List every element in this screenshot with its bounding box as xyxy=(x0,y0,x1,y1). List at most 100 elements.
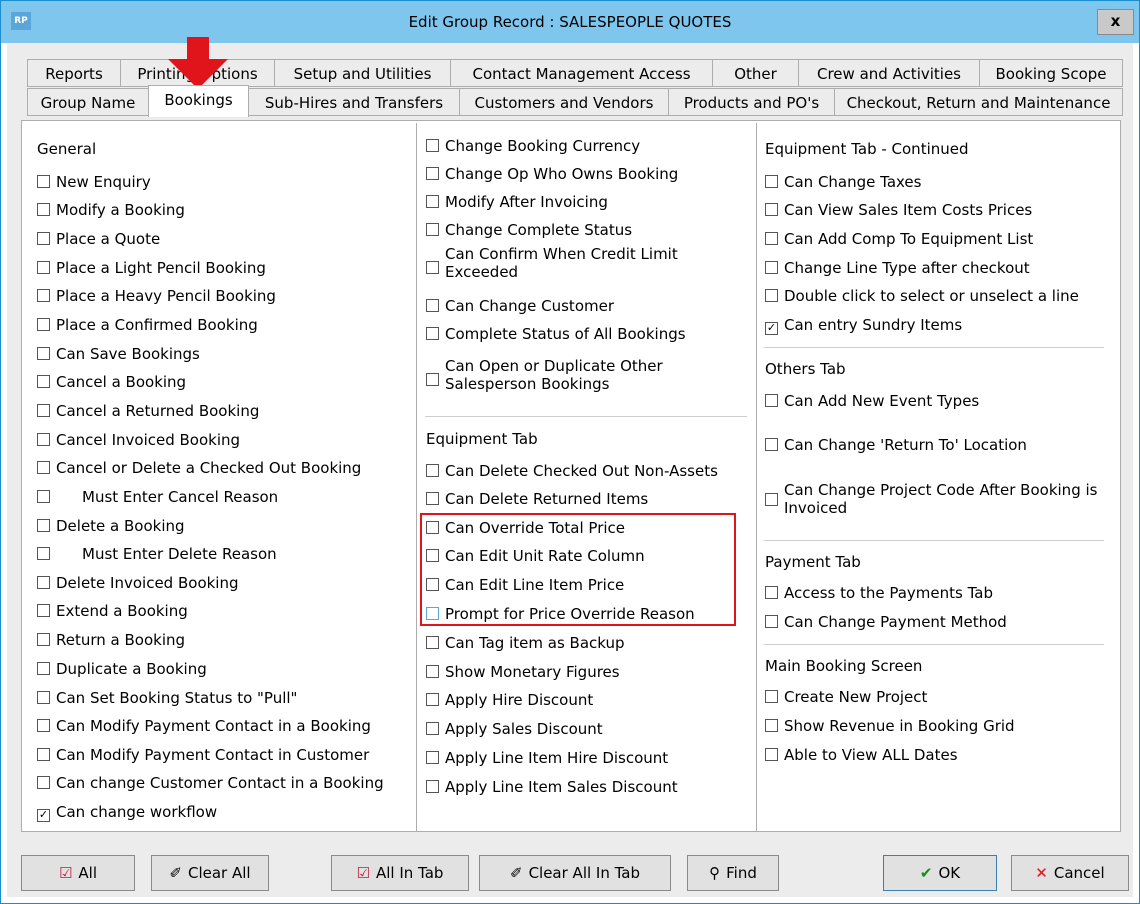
tab-booking-scope[interactable]: Booking Scope xyxy=(979,59,1123,87)
tab-setup-and-utilities[interactable]: Setup and Utilities xyxy=(274,59,451,87)
cancel-button[interactable]: ✕ Cancel xyxy=(1011,855,1129,891)
checkbox-item[interactable]: ✓ Can entry Sundry Items xyxy=(765,316,962,335)
checkbox[interactable] xyxy=(765,394,778,407)
checkbox[interactable] xyxy=(765,232,778,245)
checkbox[interactable] xyxy=(765,289,778,302)
checkbox-item[interactable]: Apply Line Item Hire Discount xyxy=(426,749,668,767)
checkbox[interactable] xyxy=(426,139,439,152)
checkbox[interactable] xyxy=(426,464,439,477)
close-button[interactable]: x xyxy=(1097,9,1134,35)
tab-crew-and-activities[interactable]: Crew and Activities xyxy=(798,59,980,87)
checkbox-item[interactable]: Modify After Invoicing xyxy=(426,193,608,211)
checkbox[interactable] xyxy=(37,318,50,331)
checkbox-item[interactable]: Delete a Booking xyxy=(37,517,185,535)
checkbox[interactable] xyxy=(37,748,50,761)
checkbox-item[interactable]: Can Add Comp To Equipment List xyxy=(765,230,1033,248)
tab-other[interactable]: Other xyxy=(712,59,799,87)
checkbox[interactable] xyxy=(37,289,50,302)
checkbox-item[interactable]: Must Enter Cancel Reason xyxy=(37,488,278,506)
checkbox-item[interactable]: Place a Quote xyxy=(37,230,160,248)
checkbox-item[interactable]: Show Monetary Figures xyxy=(426,663,620,681)
checkbox-item[interactable]: Change Line Type after checkout xyxy=(765,259,1030,277)
checkbox[interactable] xyxy=(426,167,439,180)
checkbox-item[interactable]: Create New Project xyxy=(765,688,927,706)
checkbox[interactable] xyxy=(765,175,778,188)
checkbox[interactable] xyxy=(765,748,778,761)
clear-all-button[interactable]: ✐ Clear All xyxy=(151,855,269,891)
checkbox-item[interactable]: Cancel a Returned Booking xyxy=(37,402,259,420)
checkbox[interactable] xyxy=(765,615,778,628)
ok-button[interactable]: ✔ OK xyxy=(883,855,997,891)
checkbox[interactable] xyxy=(37,519,50,532)
checkbox[interactable]: ✓ xyxy=(37,809,50,822)
checkbox-item[interactable]: Can Change Customer xyxy=(426,297,614,315)
checkbox-item[interactable]: Can Modify Payment Contact in Customer xyxy=(37,746,369,764)
checkbox-item[interactable]: Place a Heavy Pencil Booking xyxy=(37,287,276,305)
checkbox-item[interactable]: Can Set Booking Status to "Pull" xyxy=(37,689,297,707)
checkbox-item[interactable]: Can Change Taxes xyxy=(765,173,921,191)
checkbox[interactable] xyxy=(37,375,50,388)
checkbox[interactable] xyxy=(765,690,778,703)
checkbox-item[interactable]: Place a Confirmed Booking xyxy=(37,316,258,334)
tab-bookings[interactable]: Bookings xyxy=(148,85,249,117)
checkbox-item[interactable]: Can Delete Returned Items xyxy=(426,490,648,508)
checkbox[interactable] xyxy=(426,195,439,208)
checkbox-item[interactable]: Extend a Booking xyxy=(37,602,188,620)
checkbox[interactable] xyxy=(37,576,50,589)
checkbox[interactable] xyxy=(426,492,439,505)
checkbox-item[interactable]: Duplicate a Booking xyxy=(37,660,207,678)
checkbox-item[interactable]: Apply Line Item Sales Discount xyxy=(426,778,678,796)
checkbox[interactable] xyxy=(426,261,439,274)
checkbox-item[interactable]: Can Change Project Code After Booking is… xyxy=(765,481,1105,517)
checkbox[interactable] xyxy=(426,223,439,236)
checkbox-item[interactable]: Change Booking Currency xyxy=(426,137,640,155)
checkbox[interactable] xyxy=(37,776,50,789)
all-in-tab-button[interactable]: ☑ All In Tab xyxy=(331,855,469,891)
checkbox[interactable] xyxy=(426,373,439,386)
all-button[interactable]: ☑ All xyxy=(21,855,135,891)
checkbox[interactable]: ✓ xyxy=(765,322,778,335)
checkbox[interactable] xyxy=(765,493,778,506)
checkbox-item[interactable]: Apply Sales Discount xyxy=(426,720,603,738)
checkbox-item[interactable]: Change Op Who Owns Booking xyxy=(426,165,678,183)
checkbox[interactable] xyxy=(37,433,50,446)
checkbox[interactable] xyxy=(37,604,50,617)
checkbox-item[interactable]: Modify a Booking xyxy=(37,201,185,219)
checkbox-item[interactable]: Can Add New Event Types xyxy=(765,392,979,410)
checkbox[interactable] xyxy=(37,719,50,732)
checkbox-item[interactable]: ✓ Can change workflow xyxy=(37,803,217,822)
checkbox[interactable] xyxy=(426,299,439,312)
clear-all-in-tab-button[interactable]: ✐ Clear All In Tab xyxy=(479,855,671,891)
checkbox[interactable] xyxy=(426,665,439,678)
tab-contact-management-access[interactable]: Contact Management Access xyxy=(450,59,713,87)
checkbox-item[interactable]: Double click to select or unselect a lin… xyxy=(765,287,1079,305)
checkbox[interactable] xyxy=(37,232,50,245)
checkbox-item[interactable]: Can View Sales Item Costs Prices xyxy=(765,201,1032,219)
checkbox[interactable] xyxy=(426,722,439,735)
tab-products-and-pos[interactable]: Products and PO's xyxy=(668,88,835,116)
checkbox[interactable] xyxy=(37,175,50,188)
checkbox[interactable] xyxy=(426,327,439,340)
checkbox[interactable] xyxy=(37,347,50,360)
tab-customers-and-vendors[interactable]: Customers and Vendors xyxy=(459,88,669,116)
checkbox[interactable] xyxy=(37,404,50,417)
checkbox[interactable] xyxy=(37,662,50,675)
checkbox-item[interactable]: Able to View ALL Dates xyxy=(765,746,958,764)
checkbox[interactable] xyxy=(765,203,778,216)
checkbox[interactable] xyxy=(37,261,50,274)
checkbox-item[interactable]: Cancel a Booking xyxy=(37,373,186,391)
checkbox[interactable] xyxy=(37,633,50,646)
checkbox-item[interactable]: Can Modify Payment Contact in a Booking xyxy=(37,717,371,735)
checkbox[interactable] xyxy=(426,780,439,793)
checkbox-item[interactable]: Show Revenue in Booking Grid xyxy=(765,717,1015,735)
checkbox[interactable] xyxy=(37,691,50,704)
checkbox[interactable] xyxy=(426,693,439,706)
checkbox[interactable] xyxy=(426,636,439,649)
checkbox[interactable] xyxy=(37,547,50,560)
tab-checkout-return-maintenance[interactable]: Checkout, Return and Maintenance xyxy=(834,88,1123,116)
checkbox-item[interactable]: Complete Status of All Bookings xyxy=(426,325,686,343)
checkbox-item[interactable]: Can Save Bookings xyxy=(37,345,200,363)
checkbox-item[interactable]: Can change Customer Contact in a Booking xyxy=(37,774,384,792)
checkbox-item[interactable]: Can Open or Duplicate Other Salesperson … xyxy=(426,357,726,393)
checkbox[interactable] xyxy=(37,203,50,216)
